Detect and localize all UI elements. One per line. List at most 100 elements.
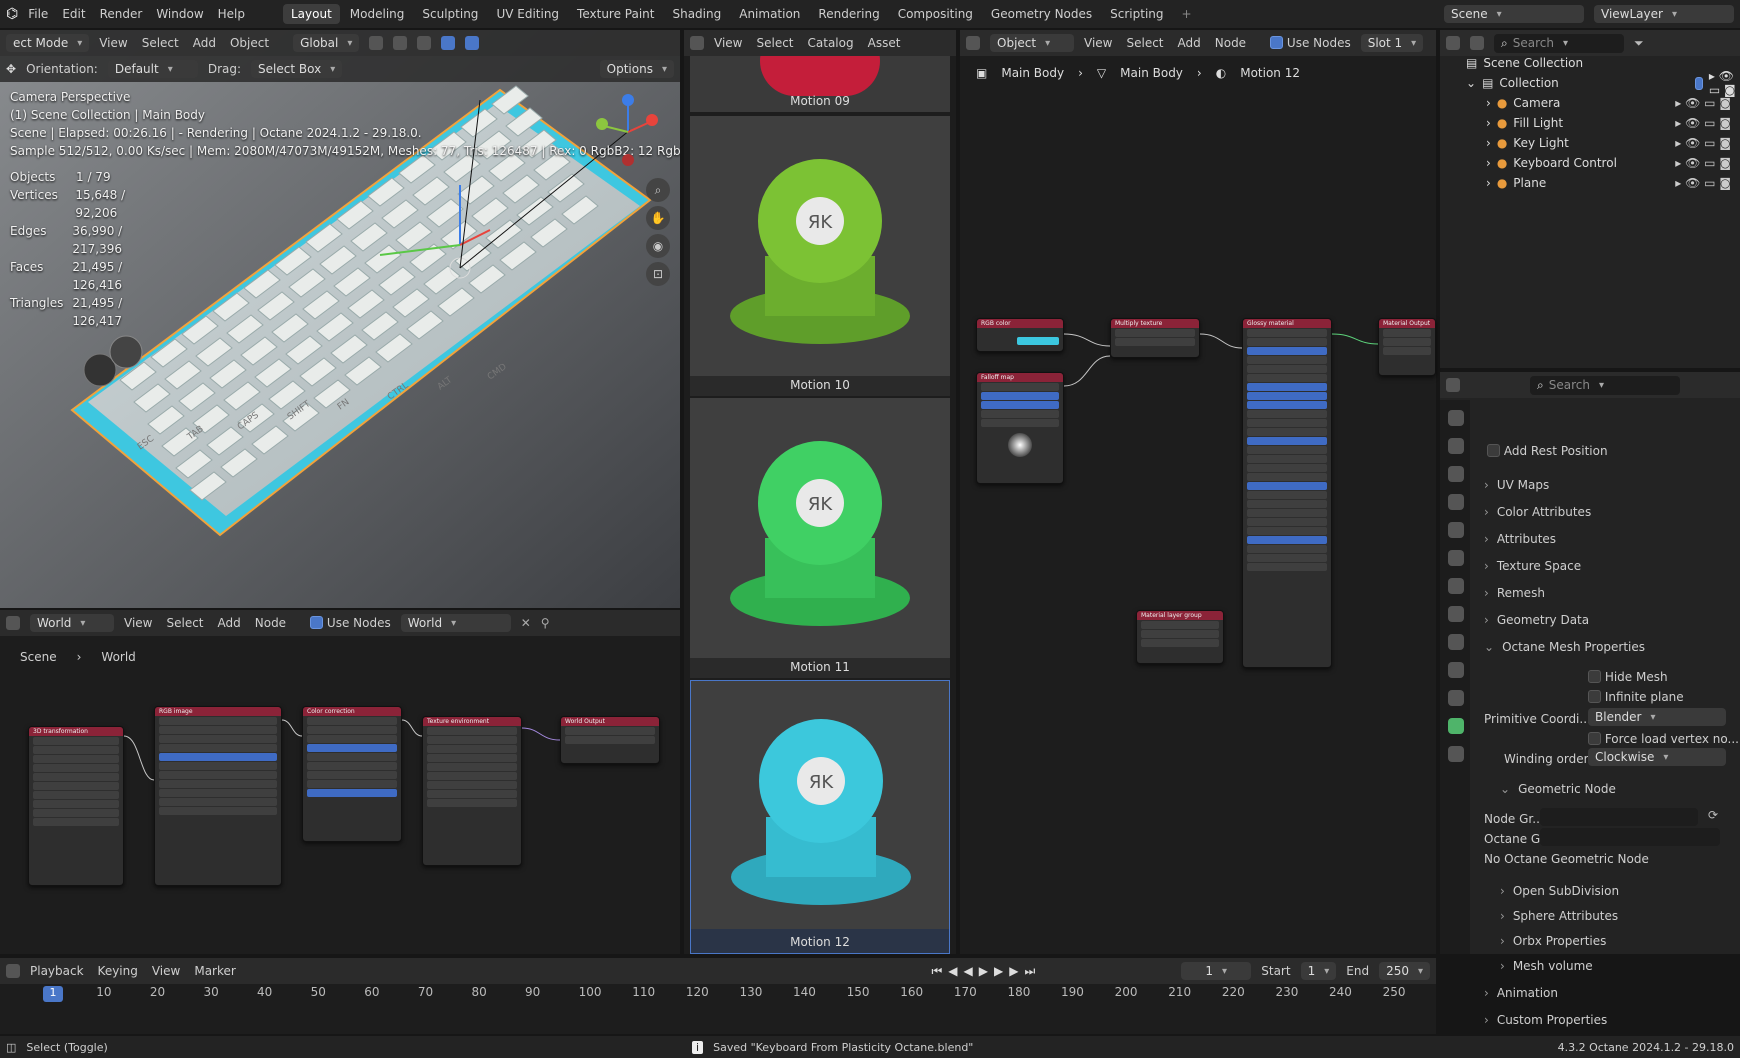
node-falloff-map[interactable]: Falloff map (976, 372, 1064, 484)
asset-menu-catalog[interactable]: Catalog (808, 36, 854, 50)
viewport-menu-add[interactable]: Add (193, 36, 216, 50)
properties-tab-data-icon[interactable] (1448, 718, 1464, 734)
timeline-menu-view[interactable]: View (152, 964, 180, 978)
properties-tab-render-icon[interactable] (1448, 438, 1464, 454)
expand-icon[interactable]: › (1486, 136, 1491, 150)
shader-menu-node[interactable]: Node (1215, 36, 1246, 50)
properties-search-input[interactable]: ⌕ Search (1530, 375, 1680, 395)
pin-icon[interactable]: ⚲ (541, 616, 550, 630)
properties-tab-physics-icon[interactable] (1448, 662, 1464, 678)
world-menu-view[interactable]: View (124, 616, 152, 630)
transform-orientation[interactable]: Global (293, 34, 360, 52)
visibility-icons[interactable]: ▸ 👁 ▭ ◙ (1675, 136, 1731, 150)
tab-uv-editing[interactable]: UV Editing (488, 4, 567, 24)
tree-collection[interactable]: ⌄ ▤ Collection ▸ 👁 ▭ ◙ (1466, 69, 1740, 97)
mode-selector[interactable]: ect Mode (6, 34, 90, 52)
section-remesh[interactable]: Remesh (1484, 586, 1545, 600)
editor-type-icon[interactable] (6, 616, 20, 630)
pan-icon[interactable]: ✋ (646, 206, 670, 230)
world-use-nodes[interactable]: Use Nodes (310, 616, 391, 630)
visibility-icons[interactable]: ▸ 👁 ▭ ◙ (1675, 156, 1731, 170)
infinite-plane-checkbox[interactable]: Infinite plane (1588, 690, 1684, 704)
node-material-output[interactable]: Material Output (1378, 318, 1436, 376)
snap-icon[interactable] (393, 36, 408, 50)
asset-motion-10[interactable]: ЯK Motion 10 (690, 116, 950, 396)
tab-geometry-nodes[interactable]: Geometry Nodes (983, 4, 1100, 24)
expand-icon[interactable]: › (1486, 96, 1491, 110)
asset-motion-12[interactable]: ЯK Motion 12 (690, 680, 950, 954)
timeline-menu-keying[interactable]: Keying (98, 964, 138, 978)
tree-item-key-light[interactable]: › ● Key Light ▸ 👁 ▭ ◙ (1486, 134, 1731, 152)
filter-icon[interactable]: ⏷ (1634, 36, 1644, 51)
viewport-menu-select[interactable]: Select (142, 36, 179, 50)
properties-editor-icon[interactable] (1446, 378, 1460, 392)
section-color-attributes[interactable]: Color Attributes (1484, 505, 1591, 519)
refresh-icon[interactable]: ⟳ (1708, 808, 1718, 822)
menu-render[interactable]: Render (100, 7, 143, 21)
node-texture-environment[interactable]: Texture environment (422, 716, 522, 866)
properties-tab-world-icon[interactable] (1448, 550, 1464, 566)
add-workspace-icon[interactable]: + (1182, 7, 1192, 21)
tab-scripting[interactable]: Scripting (1102, 4, 1171, 24)
world-shader-type[interactable]: World (30, 614, 114, 632)
properties-tab-view-layer-icon[interactable] (1448, 494, 1464, 510)
asset-editor-icon[interactable] (690, 36, 704, 50)
section-texture-space[interactable]: Texture Space (1484, 559, 1581, 573)
shading-icon[interactable] (465, 36, 480, 50)
section-attributes[interactable]: Attributes (1484, 532, 1556, 546)
primitive-coordinate-selector[interactable]: Blender (1588, 708, 1726, 726)
node-rgb-image[interactable]: RGB image (154, 706, 282, 886)
tree-item-keyboard-control[interactable]: › ● Keyboard Control ▸ 👁 ▭ ◙ (1486, 154, 1731, 172)
winding-order-selector[interactable]: Clockwise (1588, 748, 1726, 766)
tab-texture-paint[interactable]: Texture Paint (569, 4, 662, 24)
options-button[interactable]: Options (599, 60, 674, 78)
geometric-node-section[interactable]: Geometric Node (1500, 782, 1616, 796)
node-multiply-texture[interactable]: Multiply texture (1110, 318, 1200, 358)
subsection-open-subdivision[interactable]: Open SubDivision (1500, 884, 1619, 898)
tree-item-camera[interactable]: › ● Camera ▸ 👁 ▭ ◙ (1486, 94, 1731, 112)
overlay-icon[interactable] (441, 36, 456, 50)
add-rest-position[interactable]: Add Rest Position (1487, 444, 1608, 458)
shader-editor-icon[interactable] (966, 36, 980, 50)
tab-layout[interactable]: Layout (283, 4, 340, 24)
tab-compositing[interactable]: Compositing (890, 4, 981, 24)
properties-tab-constraints-icon[interactable] (1448, 690, 1464, 706)
shader-menu-add[interactable]: Add (1178, 36, 1201, 50)
drag-selector[interactable]: Select Box (251, 60, 343, 78)
properties-tab-tool-icon[interactable] (1448, 410, 1464, 426)
blender-logo-icon[interactable]: ⌬ (6, 6, 18, 22)
section-uv-maps[interactable]: UV Maps (1484, 478, 1549, 492)
tab-modeling[interactable]: Modeling (342, 4, 413, 24)
camera-view-icon[interactable]: ◉ (646, 234, 670, 258)
world-menu-add[interactable]: Add (218, 616, 241, 630)
outliner-search-input[interactable]: ⌕ Search (1494, 33, 1624, 53)
visibility-icons[interactable]: ▸ 👁 ▭ ◙ (1675, 96, 1731, 110)
node-glossy-material[interactable]: Glossy material (1242, 318, 1332, 668)
end-frame-field[interactable]: 250 (1379, 962, 1430, 980)
tree-item-plane[interactable]: › ● Plane ▸ 👁 ▭ ◙ (1486, 174, 1731, 192)
tab-rendering[interactable]: Rendering (810, 4, 887, 24)
properties-tab-output-icon[interactable] (1448, 466, 1464, 482)
shader-node-editor[interactable]: Object View Select Add Node Use Nodes Slot … (960, 30, 1436, 954)
viewlayer-selector[interactable]: ViewLayer (1594, 5, 1734, 23)
slot-selector[interactable]: Slot 1 (1360, 34, 1424, 52)
node-rgb-color[interactable]: RGB color (976, 318, 1064, 352)
properties-tab-object-icon[interactable] (1448, 578, 1464, 594)
timeline-menu-playback[interactable]: Playback (30, 964, 84, 978)
asset-menu-asset[interactable]: Asset (868, 36, 901, 50)
expand-icon[interactable]: › (1486, 156, 1491, 170)
visibility-icons[interactable]: ▸ 👁 ▭ ◙ (1675, 176, 1731, 190)
properties-tab-material-icon[interactable] (1448, 746, 1464, 762)
properties-tab-particles-icon[interactable] (1448, 634, 1464, 650)
scene-selector[interactable]: Scene (1444, 5, 1584, 23)
shader-type-selector[interactable]: Object (990, 34, 1074, 52)
node-world-output[interactable]: World Output (560, 716, 660, 764)
menu-help[interactable]: Help (218, 7, 245, 21)
asset-menu-select[interactable]: Select (756, 36, 793, 50)
subsection-sphere-attributes[interactable]: Sphere Attributes (1500, 909, 1618, 923)
navigation-gizmo[interactable] (588, 92, 658, 172)
tab-shading[interactable]: Shading (664, 4, 729, 24)
section-animation[interactable]: Animation (1484, 986, 1558, 1000)
section-geometry-data[interactable]: Geometry Data (1484, 613, 1589, 627)
zoom-icon[interactable]: ⌕ (646, 178, 670, 202)
